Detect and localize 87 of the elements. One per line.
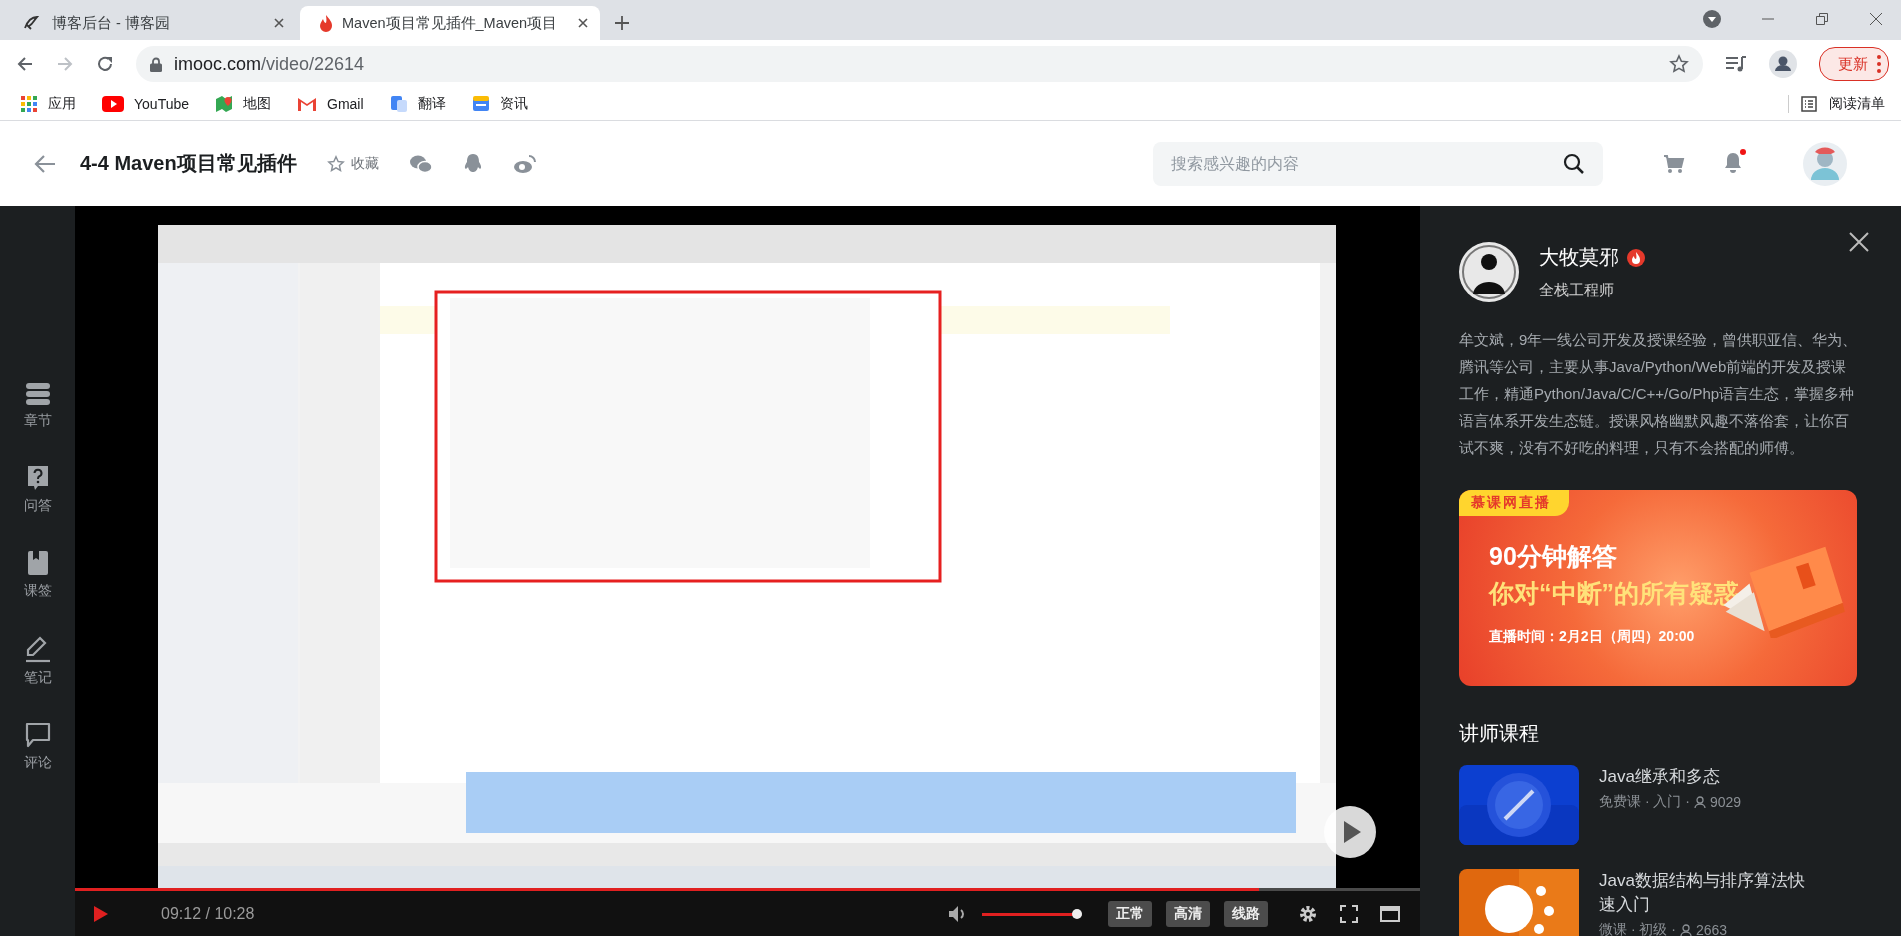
side-nav-item[interactable]: 章节 bbox=[23, 382, 52, 430]
apps-grid-icon bbox=[20, 95, 38, 113]
new-tab-icon[interactable] bbox=[614, 15, 630, 31]
search-icon[interactable] bbox=[1563, 152, 1585, 175]
course-card[interactable]: Java继承和多态 免费课 · 入门 · 9029 bbox=[1459, 765, 1901, 845]
close-icon[interactable] bbox=[1869, 12, 1883, 26]
tab-title: Maven项目常见插件_Maven项目 bbox=[342, 13, 559, 33]
settings-icon[interactable] bbox=[1298, 904, 1318, 924]
flame-badge-icon bbox=[1627, 248, 1645, 267]
section-heading: 讲师课程 bbox=[1459, 721, 1540, 746]
teacher-avatar bbox=[1459, 242, 1519, 302]
cart-icon[interactable] bbox=[1663, 153, 1685, 174]
picture-in-picture-icon[interactable] bbox=[1380, 906, 1400, 922]
student-count: 2663 bbox=[1696, 922, 1728, 936]
bookmark-star-icon[interactable] bbox=[1669, 54, 1689, 74]
side-nav-item[interactable]: 课签 bbox=[23, 550, 52, 600]
bell-icon[interactable] bbox=[1723, 150, 1743, 173]
bookmark-icon bbox=[26, 550, 49, 576]
banner-time: 直播时间：2月2日（周四）20:00 bbox=[1489, 628, 1696, 646]
media-queue-icon[interactable] bbox=[1725, 55, 1747, 73]
course-title: Java继承和多态 bbox=[1599, 766, 1721, 788]
bookmark[interactable]: 资讯 bbox=[471, 95, 528, 113]
bookmark[interactable]: 地图 bbox=[215, 95, 271, 113]
close-icon[interactable] bbox=[576, 16, 590, 30]
favorite-button[interactable]: 收藏 bbox=[326, 154, 379, 173]
browser-tab[interactable]: Maven项目常见插件_Maven项目 bbox=[300, 6, 600, 40]
layers-icon bbox=[24, 382, 51, 406]
play-logo-icon bbox=[102, 96, 124, 112]
comment-icon bbox=[24, 722, 51, 748]
star-icon bbox=[326, 154, 345, 173]
quality-button[interactable]: 正常 bbox=[1108, 901, 1152, 927]
side-nav-item[interactable]: 笔记 bbox=[23, 635, 52, 687]
bookmark[interactable]: 翻译 bbox=[389, 95, 446, 113]
update-button[interactable]: 更新 bbox=[1819, 47, 1889, 81]
banner-headline: 90分钟解答 bbox=[1489, 541, 1618, 572]
reading-list-link[interactable]: 阅读清单 bbox=[1829, 95, 1885, 113]
tab-search-icon[interactable] bbox=[1703, 10, 1721, 28]
back-icon[interactable] bbox=[16, 55, 34, 73]
search-field[interactable]: 搜索感兴趣的内容 bbox=[1153, 141, 1603, 186]
translate-icon bbox=[389, 95, 408, 113]
list-icon bbox=[1801, 96, 1817, 112]
user-avatar[interactable] bbox=[1803, 141, 1847, 186]
play-icon[interactable] bbox=[93, 905, 109, 923]
bookmark[interactable]: YouTube bbox=[102, 96, 189, 112]
side-nav-item[interactable]: 评论 bbox=[23, 722, 52, 772]
map-pin-icon bbox=[215, 95, 233, 113]
quality-button[interactable]: 线路 bbox=[1224, 901, 1268, 927]
address-bar[interactable]: imooc.com/video/22614 bbox=[136, 46, 1703, 82]
live-tag: 慕课网直播 bbox=[1459, 490, 1569, 516]
fullscreen-icon[interactable] bbox=[1340, 905, 1358, 923]
reload-icon[interactable] bbox=[96, 55, 114, 73]
teacher-title: 全栈工程师 bbox=[1539, 281, 1615, 300]
question-icon bbox=[25, 465, 50, 491]
time-display: 09:12 / 10:28 bbox=[161, 905, 255, 923]
teacher-bio: 牟文斌，9年一线公司开发及授课经验，曾供职亚信、华为、腾讯等公司，主要从事Java/Python/Web前端的开发及授课工作，精通Python/Java/C/C++/Go/Php语言生态，掌握多种语言体系开发生态链。授课风格幽默风趣不落俗套，让你百试不爽，没有不好吃的料理，只有不会搭配的师傅。 bbox=[1459, 330, 1859, 458]
close-icon[interactable] bbox=[1849, 232, 1869, 252]
profile-icon[interactable] bbox=[1769, 50, 1797, 78]
more-icon[interactable] bbox=[1876, 54, 1882, 74]
restore-icon[interactable] bbox=[1815, 12, 1829, 26]
flame-icon bbox=[318, 14, 334, 32]
url-text: imooc.com/video/22614 bbox=[174, 53, 366, 75]
side-nav-item[interactable]: 问答 bbox=[23, 465, 52, 515]
bookmark[interactable]: Gmail bbox=[297, 96, 364, 112]
news-icon bbox=[471, 95, 490, 113]
person-icon bbox=[1694, 795, 1706, 809]
quill-icon bbox=[22, 14, 40, 32]
chat-bubbles-icon[interactable] bbox=[408, 153, 433, 174]
close-icon[interactable] bbox=[272, 16, 286, 30]
course-meta: 免费课 · 入门 · bbox=[1599, 793, 1690, 811]
pencil-icon bbox=[24, 635, 51, 663]
course-card[interactable]: Java数据结构与排序算法快速入门 微课 · 初级 · 2663 bbox=[1459, 869, 1901, 936]
back-icon[interactable] bbox=[34, 153, 56, 174]
browser-tab[interactable]: 博客后台 - 博客园 bbox=[0, 6, 300, 40]
penguin-icon[interactable] bbox=[462, 152, 483, 175]
student-count: 9029 bbox=[1710, 794, 1742, 810]
lock-icon bbox=[150, 56, 162, 72]
person-icon bbox=[1680, 923, 1692, 936]
volume-slider[interactable] bbox=[982, 912, 1082, 916]
teacher-name: 大牧莫邪 bbox=[1539, 245, 1619, 270]
course-title: 4-4 Maven项目常见插件 bbox=[80, 151, 297, 176]
course-meta: 微课 · 初级 · bbox=[1599, 921, 1676, 936]
play-overlay-button[interactable] bbox=[1324, 806, 1376, 858]
bookmark[interactable]: 应用 bbox=[20, 95, 76, 113]
tab-title: 博客后台 - 博客园 bbox=[52, 13, 171, 33]
course-title: Java数据结构与排序算法快速入门 bbox=[1599, 870, 1806, 916]
quality-button[interactable]: 高清 bbox=[1166, 901, 1210, 927]
mail-icon bbox=[297, 96, 317, 112]
